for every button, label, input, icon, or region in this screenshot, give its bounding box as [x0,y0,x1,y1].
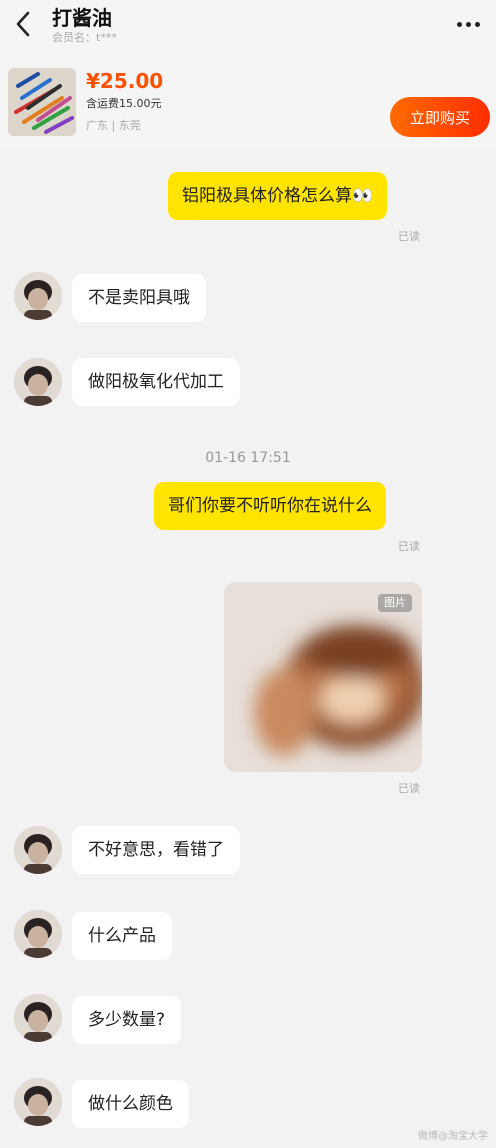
chat-timestamp: 01-16 17:51 [205,450,291,466]
message-text: 铝阳极具体价格怎么算 [182,186,352,206]
message-bubble-incoming[interactable]: 什么产品 [72,912,172,960]
back-button[interactable] [8,6,38,42]
product-image-icon [8,68,76,136]
message-bubble-outgoing[interactable]: 哥们你要不听听你在说什么 [154,482,386,530]
chat-header: 打酱油 会员名：t*** [0,0,496,60]
product-price: ¥25.00 [86,69,164,93]
avatar[interactable] [14,826,62,874]
watermark: 微博@淘宝大学 [418,1131,488,1142]
image-tag: 图片 [378,594,412,612]
avatar-image [14,826,62,874]
more-menu-button[interactable] [450,10,486,38]
message-bubble-incoming[interactable]: 做阳极氧化代加工 [72,358,240,406]
more-icon [456,21,462,27]
read-status: 已读 [398,782,420,795]
read-status: 已读 [398,540,420,553]
more-icon-dot [465,21,471,27]
avatar-image [14,272,62,320]
message-bubble-incoming[interactable]: 不好意思，看错了 [72,826,240,874]
chevron-left-icon [16,11,30,37]
shipping-fee: 含运费15.00元 [86,97,162,110]
avatar-image [14,1078,62,1126]
read-status: 已读 [398,230,420,243]
avatar[interactable] [14,1078,62,1126]
message-bubble-incoming[interactable]: 多少数量? [72,996,182,1044]
message-bubble-incoming[interactable]: 做什么颜色 [72,1080,189,1128]
message-bubble-incoming[interactable]: 不是卖阳具哦 [72,274,206,322]
product-card[interactable]: ¥25.00 含运费15.00元 广东 | 东莞 立即购买 [0,60,496,148]
avatar-image [14,910,62,958]
member-name: 会员名：t*** [52,31,117,44]
product-location: 广东 | 东莞 [86,119,141,132]
message-bubble-outgoing[interactable]: 铝阳极具体价格怎么算👀 [168,172,388,220]
chat-title: 打酱油 [52,6,112,30]
avatar-image [14,994,62,1042]
avatar[interactable] [14,910,62,958]
eyes-emoji-icon: 👀 [352,186,374,206]
avatar[interactable] [14,994,62,1042]
photo-message[interactable]: 图片 [224,582,422,772]
product-thumbnail[interactable] [8,68,76,136]
avatar[interactable] [14,272,62,320]
buy-now-button[interactable]: 立即购买 [390,97,490,137]
avatar-image [14,358,62,406]
avatar[interactable] [14,358,62,406]
more-icon-dot [474,21,480,27]
